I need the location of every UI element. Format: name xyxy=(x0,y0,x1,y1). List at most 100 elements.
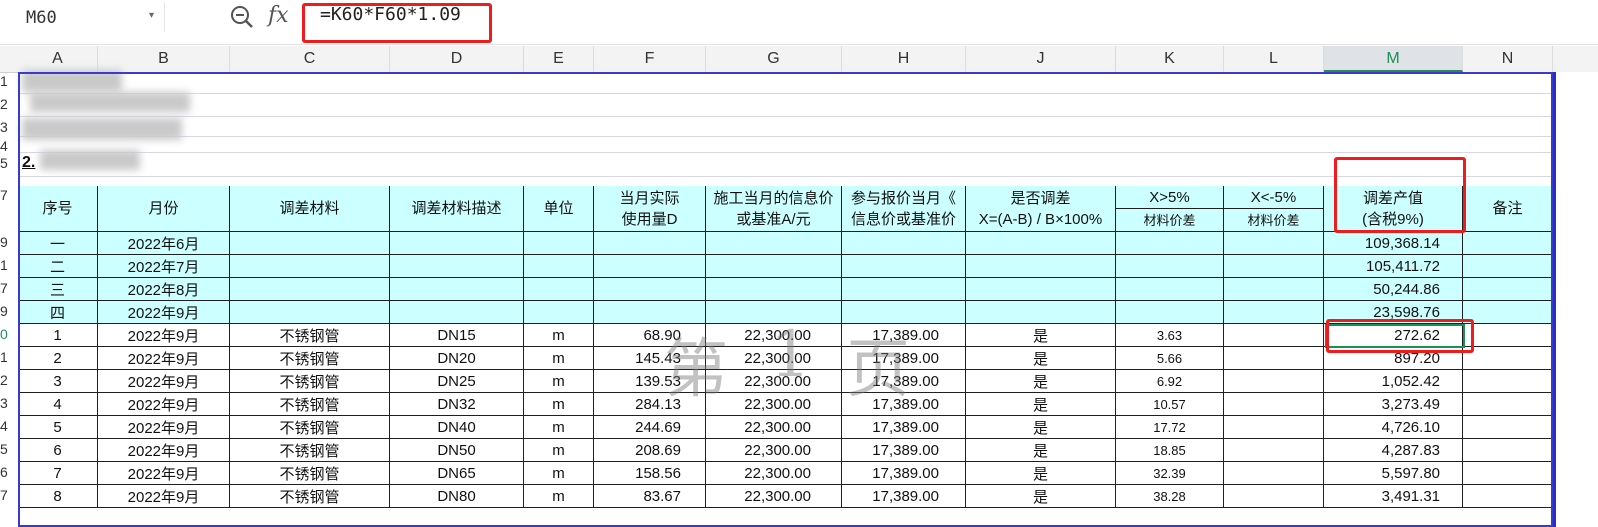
detail-adjust-cell[interactable]: 是 xyxy=(966,462,1116,485)
summary-blank[interactable] xyxy=(390,278,524,301)
column-header-h[interactable]: H xyxy=(842,46,966,72)
column-header-d[interactable]: D xyxy=(390,46,524,72)
detail-blank-cell[interactable] xyxy=(1224,462,1324,485)
detail-bid-cell[interactable]: 17,389.00 xyxy=(842,462,966,485)
summary-value[interactable]: 50,244.86 xyxy=(1324,278,1463,301)
detail-seq-cell[interactable]: 1 xyxy=(18,324,98,347)
summary-blank[interactable] xyxy=(966,301,1116,324)
detail-month-cell[interactable]: 2022年9月 xyxy=(98,439,230,462)
detail-over-cell[interactable]: 10.57 xyxy=(1116,393,1224,416)
detail-blank-cell[interactable] xyxy=(1463,485,1553,508)
column-header-j[interactable]: J xyxy=(966,46,1116,72)
detail-month-cell[interactable]: 2022年9月 xyxy=(98,370,230,393)
detail-bid-cell[interactable]: 17,389.00 xyxy=(842,485,966,508)
summary-remark[interactable] xyxy=(1463,255,1553,278)
row-number[interactable]: 9 xyxy=(0,303,18,319)
detail-seq-cell[interactable]: 8 xyxy=(18,485,98,508)
detail-blank-cell[interactable] xyxy=(1463,416,1553,439)
detail-month-cell[interactable]: 2022年9月 xyxy=(98,324,230,347)
detail-blank-cell[interactable] xyxy=(1463,370,1553,393)
row-number[interactable]: 2 xyxy=(0,96,18,112)
column-header-n[interactable]: N xyxy=(1463,46,1553,72)
detail-seq-cell[interactable]: 4 xyxy=(18,393,98,416)
summary-month[interactable]: 2022年8月 xyxy=(98,278,230,301)
summary-blank[interactable] xyxy=(1116,232,1224,255)
fx-icon[interactable]: fx xyxy=(268,3,289,28)
row-number[interactable]: 9 xyxy=(0,234,18,250)
row-number[interactable]: 1 xyxy=(0,73,18,89)
detail-seq-cell[interactable]: 3 xyxy=(18,370,98,393)
detail-material-cell[interactable]: 不锈钢管 xyxy=(230,416,390,439)
summary-blank[interactable] xyxy=(966,232,1116,255)
detail-blank-cell[interactable] xyxy=(1224,416,1324,439)
detail-blank-cell[interactable] xyxy=(1224,324,1324,347)
detail-desc-cell[interactable]: DN80 xyxy=(390,485,524,508)
cell-reference[interactable]: M60 xyxy=(26,8,57,28)
detail-adjust-cell[interactable]: 是 xyxy=(966,370,1116,393)
summary-blank[interactable] xyxy=(524,278,594,301)
detail-desc-cell[interactable]: DN20 xyxy=(390,347,524,370)
summary-blank[interactable] xyxy=(1224,278,1324,301)
summary-seq[interactable]: 四 xyxy=(18,301,98,324)
detail-over-cell[interactable]: 38.28 xyxy=(1116,485,1224,508)
summary-blank[interactable] xyxy=(390,232,524,255)
detail-value-cell[interactable]: 5,597.80 xyxy=(1324,462,1463,485)
summary-blank[interactable] xyxy=(230,232,390,255)
detail-unit-cell[interactable]: m xyxy=(524,393,594,416)
detail-adjust-cell[interactable]: 是 xyxy=(966,347,1116,370)
detail-adjust-cell[interactable]: 是 xyxy=(966,393,1116,416)
detail-seq-cell[interactable]: 6 xyxy=(18,439,98,462)
summary-blank[interactable] xyxy=(706,255,842,278)
detail-desc-cell[interactable]: DN32 xyxy=(390,393,524,416)
detail-unit-cell[interactable]: m xyxy=(524,416,594,439)
detail-material-cell[interactable]: 不锈钢管 xyxy=(230,324,390,347)
summary-blank[interactable] xyxy=(966,278,1116,301)
detail-month-cell[interactable]: 2022年9月 xyxy=(98,485,230,508)
detail-unit-cell[interactable]: m xyxy=(524,347,594,370)
detail-value-cell[interactable]: 3,273.49 xyxy=(1324,393,1463,416)
summary-month[interactable]: 2022年7月 xyxy=(98,255,230,278)
row-number[interactable]: 7 xyxy=(0,280,18,296)
zoom-out-icon[interactable] xyxy=(229,4,255,30)
detail-seq-cell[interactable]: 7 xyxy=(18,462,98,485)
detail-material-cell[interactable]: 不锈钢管 xyxy=(230,462,390,485)
detail-desc-cell[interactable]: DN40 xyxy=(390,416,524,439)
summary-blank[interactable] xyxy=(594,232,706,255)
detail-info-cell[interactable]: 22,300.00 xyxy=(706,439,842,462)
summary-blank[interactable] xyxy=(230,301,390,324)
detail-value-cell[interactable]: 4,287.83 xyxy=(1324,439,1463,462)
summary-blank[interactable] xyxy=(524,232,594,255)
summary-blank[interactable] xyxy=(594,255,706,278)
vertical-scrollbar[interactable] xyxy=(1553,72,1598,527)
detail-over-cell[interactable]: 32.39 xyxy=(1116,462,1224,485)
detail-info-cell[interactable]: 22,300.00 xyxy=(706,416,842,439)
row-number[interactable]: 3 xyxy=(0,395,18,411)
row-number[interactable]: 7 xyxy=(0,487,18,503)
detail-bid-cell[interactable]: 17,389.00 xyxy=(842,439,966,462)
detail-value-cell[interactable]: 1,052.42 xyxy=(1324,370,1463,393)
detail-month-cell[interactable]: 2022年9月 xyxy=(98,416,230,439)
summary-remark[interactable] xyxy=(1463,232,1553,255)
column-header-l[interactable]: L xyxy=(1224,46,1324,72)
detail-usage-cell[interactable]: 158.56 xyxy=(594,462,706,485)
detail-material-cell[interactable]: 不锈钢管 xyxy=(230,370,390,393)
detail-blank-cell[interactable] xyxy=(1463,324,1553,347)
summary-seq[interactable]: 三 xyxy=(18,278,98,301)
detail-value-cell[interactable]: 4,726.10 xyxy=(1324,416,1463,439)
summary-blank[interactable] xyxy=(390,301,524,324)
row-number[interactable]: 0 xyxy=(0,326,18,342)
detail-unit-cell[interactable]: m xyxy=(524,485,594,508)
detail-usage-cell[interactable]: 208.69 xyxy=(594,439,706,462)
row-number[interactable]: 1 xyxy=(0,349,18,365)
row-number[interactable]: 5 xyxy=(0,155,18,171)
detail-adjust-cell[interactable]: 是 xyxy=(966,485,1116,508)
detail-info-cell[interactable]: 22,300.00 xyxy=(706,485,842,508)
detail-material-cell[interactable]: 不锈钢管 xyxy=(230,393,390,416)
summary-blank[interactable] xyxy=(1224,232,1324,255)
summary-value[interactable]: 109,368.14 xyxy=(1324,232,1463,255)
summary-remark[interactable] xyxy=(1463,301,1553,324)
detail-month-cell[interactable]: 2022年9月 xyxy=(98,393,230,416)
column-header-b[interactable]: B xyxy=(98,46,230,72)
detail-unit-cell[interactable]: m xyxy=(524,439,594,462)
detail-adjust-cell[interactable]: 是 xyxy=(966,439,1116,462)
